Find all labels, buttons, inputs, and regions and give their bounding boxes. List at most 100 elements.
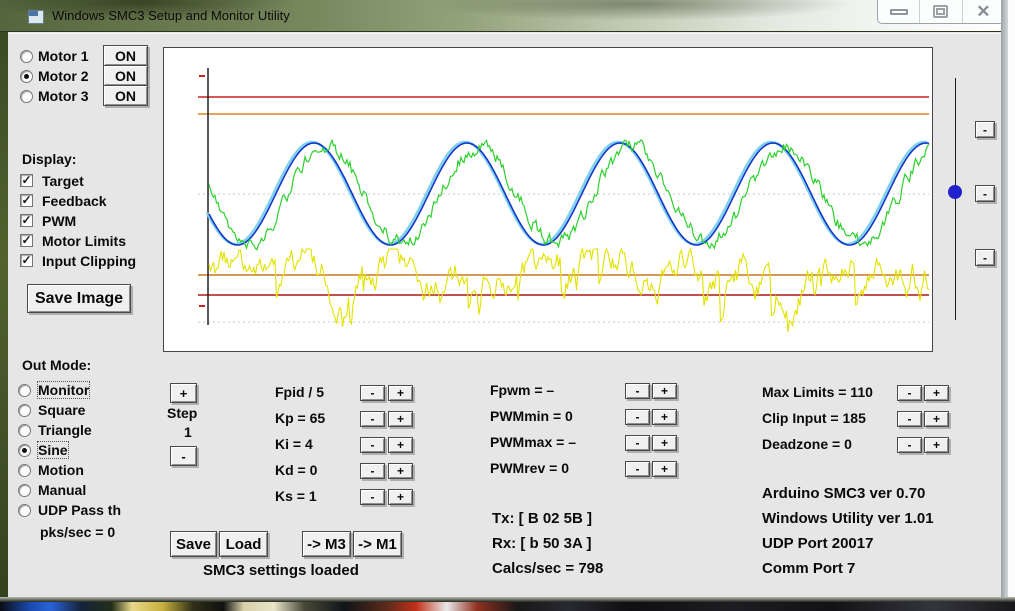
scale-upper-minus-button[interactable]: - bbox=[975, 121, 995, 138]
fpwm-minus-button[interactable]: - bbox=[625, 383, 650, 399]
checkbox-feedback-label: Feedback bbox=[42, 193, 107, 209]
clip-input-plus-button[interactable]: + bbox=[924, 411, 949, 427]
settings-status-text: SMC3 settings loaded bbox=[203, 562, 359, 579]
radio-udp-pass-label: UDP Pass th bbox=[38, 502, 121, 518]
to-m1-button[interactable]: -> M1 bbox=[353, 531, 402, 557]
max-limits-minus-button[interactable]: - bbox=[897, 385, 922, 401]
pwmmin-value: PWMmin = 0 bbox=[490, 408, 573, 424]
ks-minus-button[interactable]: - bbox=[360, 489, 385, 505]
title-bar[interactable]: Windows SMC3 Setup and Monitor Utility bbox=[0, 0, 1015, 32]
waveform-chart bbox=[163, 47, 933, 352]
pwmmin-minus-button[interactable]: - bbox=[625, 409, 650, 425]
maximize-icon bbox=[933, 5, 948, 18]
comm-port-text: Comm Port 7 bbox=[762, 560, 855, 577]
checkbox-target[interactable]: ✓ bbox=[20, 174, 33, 187]
radio-triangle-label: Triangle bbox=[38, 422, 92, 438]
radio-motor-1[interactable] bbox=[20, 50, 33, 63]
fpwm-plus-button[interactable]: + bbox=[652, 383, 677, 399]
load-button[interactable]: Load bbox=[219, 531, 268, 557]
fpid-minus-button[interactable]: - bbox=[360, 385, 385, 401]
radio-monitor[interactable] bbox=[18, 384, 31, 397]
pwmrev-plus-button[interactable]: + bbox=[652, 461, 677, 477]
pks-per-sec-value: pks/sec = 0 bbox=[40, 524, 115, 540]
radio-square[interactable] bbox=[18, 404, 31, 417]
step-label: Step bbox=[167, 405, 197, 421]
scale-middle-minus-button[interactable]: - bbox=[975, 185, 995, 202]
checkbox-pwm[interactable]: ✓ bbox=[20, 214, 33, 227]
window-title: Windows SMC3 Setup and Monitor Utility bbox=[52, 8, 290, 23]
radio-sine[interactable] bbox=[18, 444, 31, 457]
udp-port-text: UDP Port 20017 bbox=[762, 535, 873, 552]
pwmmax-minus-button[interactable]: - bbox=[625, 435, 650, 451]
window-controls: ✕ bbox=[877, 0, 1005, 24]
radio-motor-2[interactable] bbox=[20, 70, 33, 83]
close-icon: ✕ bbox=[976, 3, 990, 20]
pwmrev-minus-button[interactable]: - bbox=[625, 461, 650, 477]
checkbox-target-label: Target bbox=[42, 173, 84, 189]
kp-value: Kp = 65 bbox=[275, 410, 325, 426]
ki-plus-button[interactable]: + bbox=[388, 437, 413, 453]
radio-motor-3[interactable] bbox=[20, 90, 33, 103]
motor-3-label: Motor 3 bbox=[38, 88, 89, 104]
radio-triangle[interactable] bbox=[18, 424, 31, 437]
waveform-svg bbox=[164, 48, 932, 351]
minimize-button[interactable] bbox=[878, 0, 919, 23]
motor-1-on-button[interactable]: ON bbox=[103, 45, 148, 66]
save-image-button[interactable]: Save Image bbox=[27, 284, 131, 313]
fpwm-value: Fpwm = – bbox=[490, 382, 554, 398]
maximize-button[interactable] bbox=[919, 0, 961, 23]
window-left-border bbox=[0, 32, 8, 600]
motor-2-on-button[interactable]: ON bbox=[103, 65, 148, 86]
deadzone-plus-button[interactable]: + bbox=[924, 437, 949, 453]
checkbox-input-clipping-label: Input Clipping bbox=[42, 253, 136, 269]
checkbox-motor-limits-label: Motor Limits bbox=[42, 233, 126, 249]
deadzone-minus-button[interactable]: - bbox=[897, 437, 922, 453]
close-button[interactable]: ✕ bbox=[962, 0, 1004, 23]
pwmmax-plus-button[interactable]: + bbox=[652, 435, 677, 451]
out-mode-label: Out Mode: bbox=[22, 357, 91, 373]
radio-manual[interactable] bbox=[18, 484, 31, 497]
save-button[interactable]: Save bbox=[170, 531, 217, 557]
kp-minus-button[interactable]: - bbox=[360, 411, 385, 427]
wave-feedback bbox=[209, 140, 929, 250]
step-plus-button[interactable]: + bbox=[170, 383, 197, 403]
fpid-plus-button[interactable]: + bbox=[388, 385, 413, 401]
kp-plus-button[interactable]: + bbox=[388, 411, 413, 427]
arduino-version-text: Arduino SMC3 ver 0.70 bbox=[762, 485, 925, 502]
ks-plus-button[interactable]: + bbox=[388, 489, 413, 505]
clip-input-minus-button[interactable]: - bbox=[897, 411, 922, 427]
minimize-icon bbox=[890, 9, 908, 15]
step-minus-button[interactable]: - bbox=[170, 446, 197, 466]
fpid-value: Fpid / 5 bbox=[275, 384, 324, 400]
checkbox-motor-limits[interactable]: ✓ bbox=[20, 234, 33, 247]
radio-motion[interactable] bbox=[18, 464, 31, 477]
motor-2-label: Motor 2 bbox=[38, 68, 89, 84]
step-value: 1 bbox=[184, 424, 192, 440]
checkbox-feedback[interactable]: ✓ bbox=[20, 194, 33, 207]
pwmrev-value: PWMrev = 0 bbox=[490, 460, 569, 476]
background-window-strip bbox=[1008, 0, 1015, 611]
scale-slider-track[interactable] bbox=[955, 78, 956, 320]
scale-slider-handle[interactable] bbox=[948, 185, 962, 199]
radio-udp-pass[interactable] bbox=[18, 504, 31, 517]
max-limits-plus-button[interactable]: + bbox=[924, 385, 949, 401]
checkbox-input-clipping[interactable]: ✓ bbox=[20, 254, 33, 267]
kd-minus-button[interactable]: - bbox=[360, 463, 385, 479]
pwmmax-value: PWMmax = – bbox=[490, 434, 576, 450]
app-icon bbox=[28, 10, 44, 24]
wave-target-glow bbox=[207, 142, 927, 244]
kd-value: Kd = 0 bbox=[275, 462, 317, 478]
motor-3-on-button[interactable]: ON bbox=[103, 85, 148, 106]
radio-square-label: Square bbox=[38, 402, 85, 418]
rx-value: Rx: [ b 50 3A ] bbox=[492, 535, 591, 552]
scale-lower-minus-button[interactable]: - bbox=[975, 249, 995, 266]
pwmmin-plus-button[interactable]: + bbox=[652, 409, 677, 425]
max-limits-value: Max Limits = 110 bbox=[762, 384, 873, 400]
kd-plus-button[interactable]: + bbox=[388, 463, 413, 479]
ki-minus-button[interactable]: - bbox=[360, 437, 385, 453]
display-label: Display: bbox=[22, 151, 76, 167]
to-m3-button[interactable]: -> M3 bbox=[302, 531, 351, 557]
window-right-border bbox=[1001, 0, 1008, 611]
smc3-window: Windows SMC3 Setup and Monitor Utility ✕… bbox=[0, 0, 1015, 611]
wave-pwm bbox=[209, 249, 929, 332]
